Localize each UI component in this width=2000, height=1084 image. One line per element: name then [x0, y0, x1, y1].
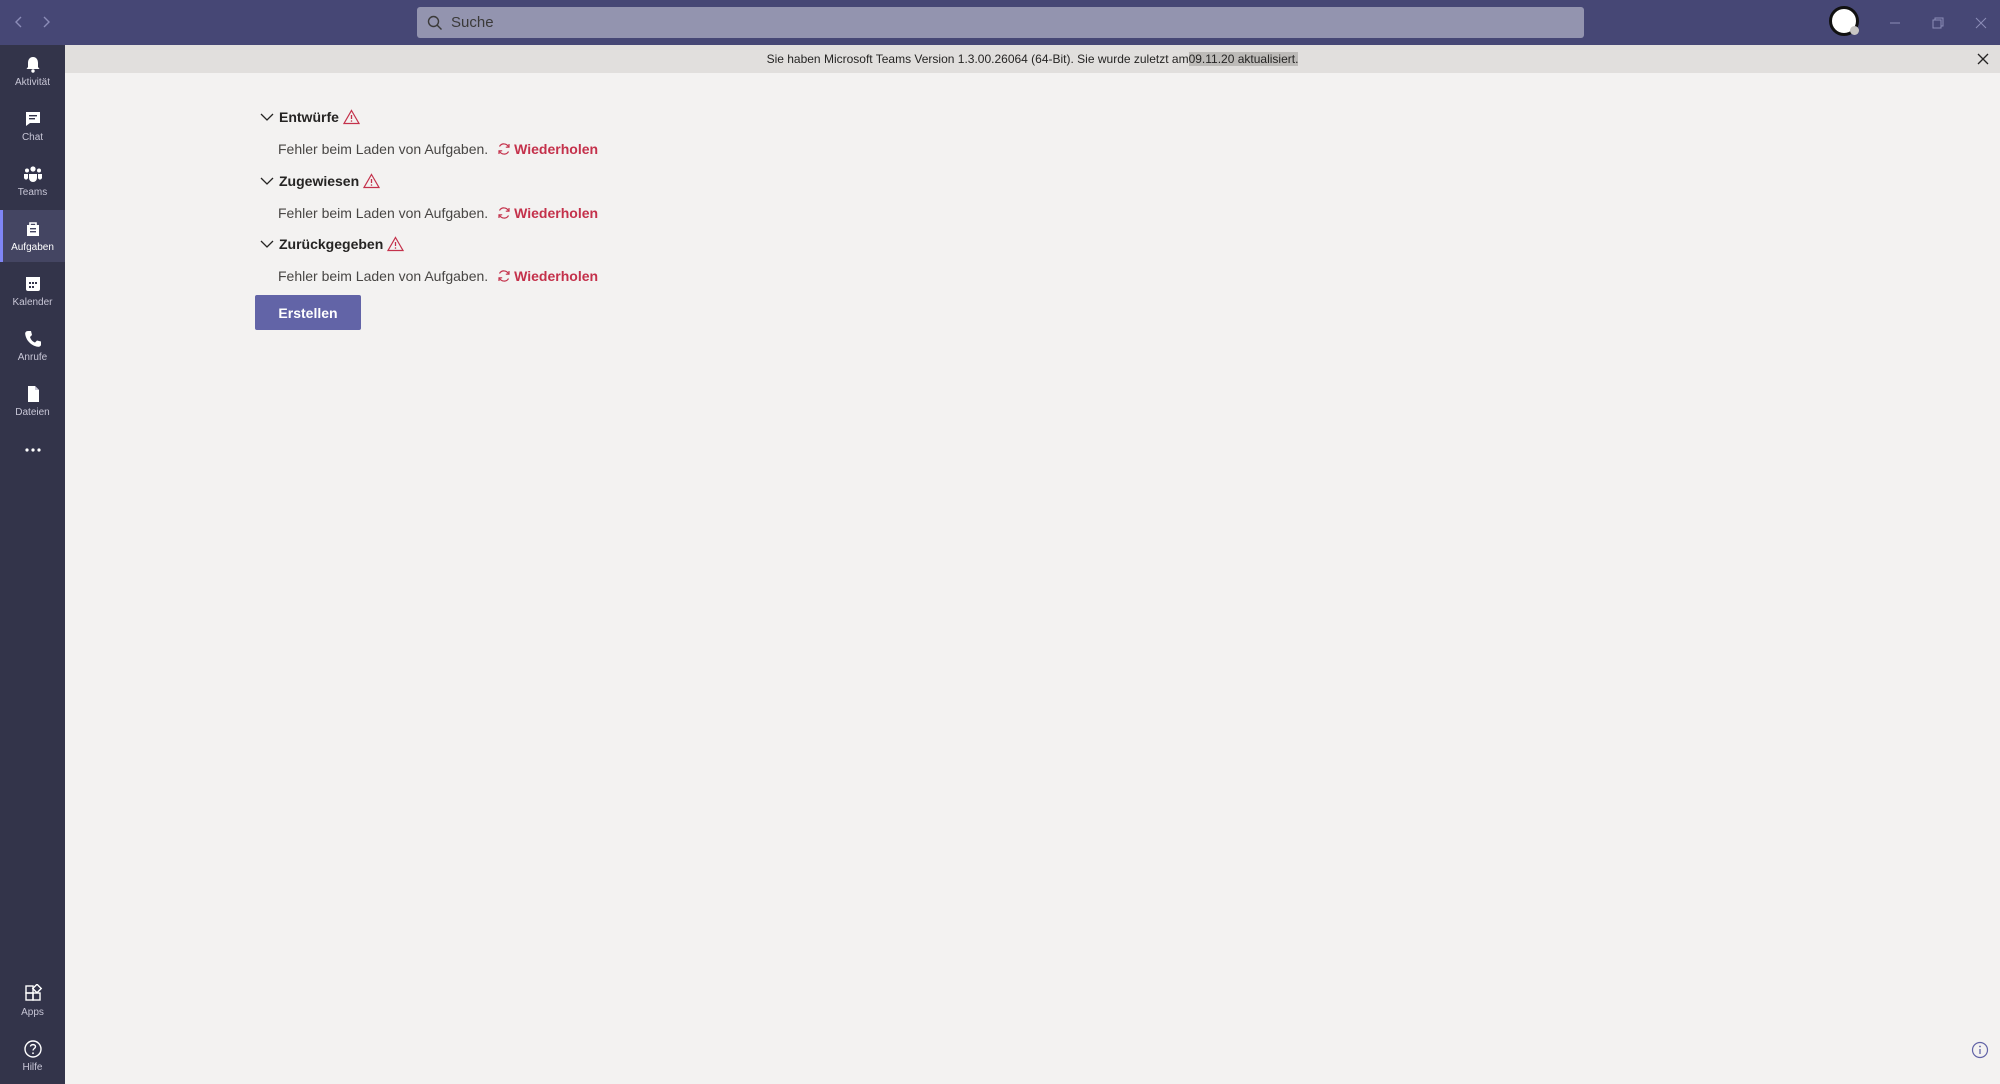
rail-item-files[interactable]: Dateien: [0, 375, 65, 427]
error-message: Fehler beim Laden von Aufgaben.: [278, 205, 489, 221]
rail-item-activity[interactable]: Aktivität: [0, 45, 65, 97]
rail-label: Hilfe: [22, 1062, 43, 1073]
section-title: Zugewiesen: [279, 173, 360, 189]
update-banner: Sie haben Microsoft Teams Version 1.3.00…: [65, 45, 2000, 73]
rail-item-calls[interactable]: Anrufe: [0, 320, 65, 372]
title-bar: [0, 0, 2000, 45]
rail-item-help[interactable]: Hilfe: [0, 1030, 65, 1082]
calendar-icon: [23, 274, 43, 294]
restore-button[interactable]: [1925, 10, 1951, 36]
search-input[interactable]: [449, 6, 1584, 39]
warning-icon: [342, 109, 360, 125]
files-icon: [23, 384, 43, 404]
assignments-pane: Entwürfe Fehler beim Laden von Aufgaben.…: [65, 73, 2000, 1084]
rail-label: Apps: [21, 1007, 44, 1018]
search-box[interactable]: [417, 6, 1584, 39]
chevron-down-icon: [260, 177, 274, 185]
close-window-button[interactable]: [1968, 10, 1994, 36]
section-header-entwuerfe[interactable]: Entwürfe: [259, 107, 360, 127]
retry-button[interactable]: Wiederholen: [497, 205, 598, 221]
rail-label: Kalender: [12, 297, 53, 308]
rail-label: Dateien: [15, 407, 50, 418]
chat-icon: [23, 109, 43, 129]
phone-icon: [23, 329, 43, 349]
close-icon[interactable]: [1976, 52, 1990, 66]
error-row: Fehler beim Laden von Aufgaben. Wiederho…: [278, 203, 598, 223]
rail-item-apps[interactable]: Apps: [0, 975, 65, 1027]
info-icon[interactable]: [1971, 1041, 1989, 1059]
error-row: Fehler beim Laden von Aufgaben. Wiederho…: [278, 266, 598, 286]
warning-icon: [363, 173, 381, 189]
section-header-zugewiesen[interactable]: Zugewiesen: [259, 171, 381, 191]
rail-item-chat[interactable]: Chat: [0, 100, 65, 152]
error-message: Fehler beim Laden von Aufgaben.: [278, 268, 489, 284]
rail-label: Teams: [17, 187, 48, 198]
retry-label: Wiederholen: [514, 205, 599, 221]
rail-item-assignments[interactable]: Aufgaben: [0, 210, 65, 262]
rail-item-teams[interactable]: Teams: [0, 155, 65, 207]
bell-icon: [23, 54, 43, 74]
close-icon: [1975, 17, 1987, 29]
app-rail: Aktivität Chat Teams Aufgaben Kalender A…: [0, 45, 65, 1084]
chevron-down-icon: [260, 113, 274, 121]
refresh-icon: [498, 270, 510, 282]
retry-label: Wiederholen: [514, 268, 599, 284]
minimize-icon: [1890, 22, 1900, 24]
rail-label: Aktivität: [14, 77, 50, 88]
chevron-down-icon: [260, 240, 274, 248]
more-apps-button[interactable]: [0, 430, 65, 470]
assignments-icon: [23, 219, 43, 239]
help-icon: [23, 1039, 43, 1059]
section-title: Zurückgegeben: [279, 236, 384, 252]
retry-button[interactable]: Wiederholen: [497, 141, 598, 157]
teams-icon: [23, 164, 43, 184]
error-row: Fehler beim Laden von Aufgaben. Wiederho…: [278, 139, 598, 159]
more-icon: [23, 440, 43, 460]
presence-status-icon: [1850, 26, 1859, 35]
rail-item-calendar[interactable]: Kalender: [0, 265, 65, 317]
rail-label: Aufgaben: [11, 242, 54, 253]
apps-icon: [23, 984, 43, 1004]
error-message: Fehler beim Laden von Aufgaben.: [278, 141, 489, 157]
refresh-icon: [498, 207, 510, 219]
create-button[interactable]: Erstellen: [255, 295, 361, 330]
rail-label: Anrufe: [17, 352, 48, 363]
restore-icon: [1932, 17, 1944, 29]
forward-arrow-icon[interactable]: [36, 12, 56, 32]
banner-text: Sie haben Microsoft Teams Version 1.3.00…: [766, 52, 1189, 66]
refresh-icon: [498, 143, 510, 155]
rail-label: Chat: [21, 132, 44, 143]
minimize-button[interactable]: [1882, 10, 1908, 36]
section-header-zurueckgegeben[interactable]: Zurückgegeben: [259, 234, 405, 254]
retry-label: Wiederholen: [514, 141, 599, 157]
search-icon: [427, 15, 442, 30]
banner-highlight: 09.11.20 aktualisiert.: [1188, 52, 1299, 66]
retry-button[interactable]: Wiederholen: [497, 268, 598, 284]
back-arrow-icon[interactable]: [9, 12, 29, 32]
warning-icon: [387, 236, 405, 252]
section-title: Entwürfe: [279, 109, 339, 125]
